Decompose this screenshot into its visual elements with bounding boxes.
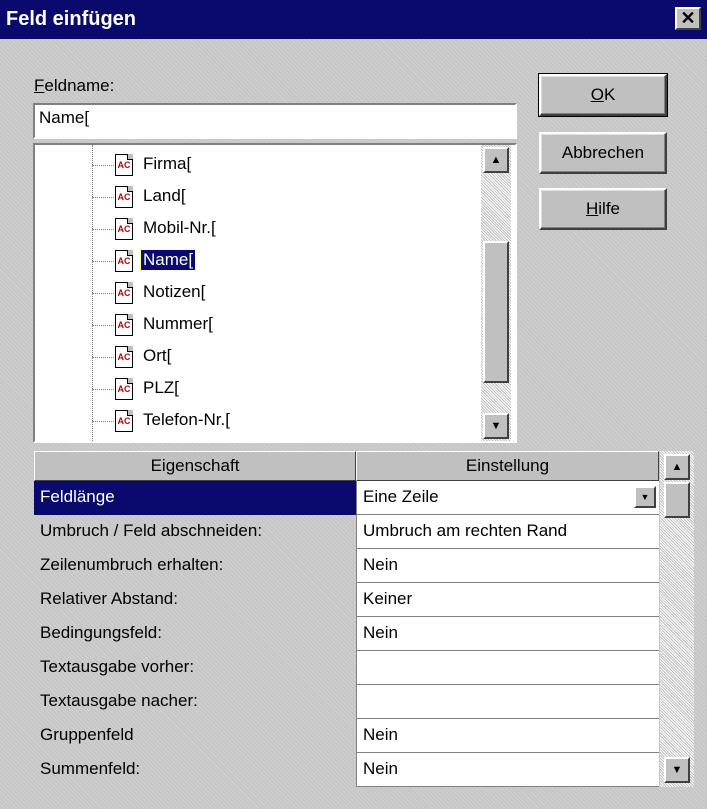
tree-scroll-up-button[interactable]: ▲: [483, 147, 509, 173]
property-value[interactable]: [356, 685, 659, 719]
property-row[interactable]: Umbruch / Feld abschneiden: Umbruch am re…: [34, 515, 659, 549]
help-button-label: Hilfe: [585, 199, 620, 218]
cancel-button[interactable]: Abbrechen: [539, 132, 667, 174]
close-button[interactable]: ✕: [675, 7, 701, 30]
tree-item-label: Land[: [143, 186, 186, 205]
text-field-icon: AC: [115, 410, 133, 432]
tree-item-label: PLZ[: [143, 378, 179, 397]
property-value-text: Nein: [363, 725, 398, 744]
property-value[interactable]: Nein: [356, 617, 659, 651]
tree-item[interactable]: AC Mobil-Nr.[: [35, 213, 465, 245]
tree-item[interactable]: AC Telefon-Nr.[: [35, 405, 465, 437]
property-scroll-thumb[interactable]: [664, 482, 690, 518]
property-row[interactable]: Zeilenumbruch erhalten: Nein: [34, 549, 659, 583]
fieldname-label-rest: eldname:: [44, 76, 115, 95]
property-name: Gruppenfeld: [40, 725, 134, 744]
dropdown-arrow-icon[interactable]: ▼: [634, 486, 656, 508]
property-name: Zeilenumbruch erhalten:: [40, 555, 224, 574]
property-name: Textausgabe vorher:: [40, 657, 195, 676]
property-value-text: Eine Zeile: [363, 487, 439, 506]
property-name: Feldlänge: [34, 481, 356, 515]
property-value-text: Umbruch am rechten Rand: [363, 521, 568, 540]
property-row[interactable]: Bedingungsfeld: Nein: [34, 617, 659, 651]
property-value-text: Nein: [363, 623, 398, 642]
property-name: Relativer Abstand:: [40, 589, 178, 608]
property-value-select[interactable]: Eine Zeile ▼: [356, 481, 659, 515]
property-row[interactable]: Relativer Abstand: Keiner: [34, 583, 659, 617]
tree-item[interactable]: AC Nummer[: [35, 309, 465, 341]
text-field-icon: AC: [115, 186, 133, 208]
tree-item[interactable]: AC Ort[: [35, 341, 465, 373]
property-value[interactable]: [356, 651, 659, 685]
tree-item[interactable]: AC PLZ[: [35, 373, 465, 405]
title-bar: Feld einfügen ✕: [0, 0, 707, 39]
property-name: Bedingungsfeld:: [40, 623, 162, 642]
fieldname-label: Feldname:: [34, 76, 115, 95]
property-name: Umbruch / Feld abschneiden:: [40, 521, 263, 540]
tree-scroll-thumb[interactable]: [483, 241, 509, 383]
fieldname-input[interactable]: Name[: [33, 103, 517, 139]
tree-connector: [92, 325, 114, 326]
text-field-icon: AC: [115, 218, 133, 240]
tree-connector: [92, 197, 114, 198]
property-row[interactable]: Summenfeld: Nein: [34, 753, 659, 787]
tree-connector: [92, 229, 114, 230]
col-header-setting[interactable]: Einstellung: [356, 451, 659, 481]
text-field-icon: AC: [115, 314, 133, 336]
tree-item-label: Notizen[: [143, 282, 206, 301]
property-value[interactable]: Umbruch am rechten Rand: [356, 515, 659, 549]
text-field-icon: AC: [115, 282, 133, 304]
tree-connector: [92, 357, 114, 358]
text-field-icon: AC: [115, 378, 133, 400]
property-scroll-down-button[interactable]: ▼: [664, 757, 690, 783]
ok-button-label: OK: [590, 85, 616, 104]
tree-item-label: Nummer[: [143, 314, 213, 333]
property-value-text: Nein: [363, 759, 398, 778]
property-name: Summenfeld:: [40, 759, 141, 778]
ok-button[interactable]: OK: [538, 73, 668, 117]
property-value[interactable]: Nein: [356, 719, 659, 753]
property-value[interactable]: Nein: [356, 753, 659, 787]
text-field-icon: AC: [115, 250, 133, 272]
tree-scrollbar[interactable]: ▲ ▼: [481, 145, 511, 441]
tree-item[interactable]: AC Firma[: [35, 149, 465, 181]
text-field-icon: AC: [115, 154, 133, 176]
help-button[interactable]: Hilfe: [539, 188, 667, 230]
tree-item-label: Telefon-Nr.[: [143, 410, 230, 429]
property-value-text: Keiner: [363, 589, 413, 608]
property-row[interactable]: Feldlänge Eine Zeile ▼: [34, 481, 659, 515]
property-scroll-up-button[interactable]: ▲: [664, 454, 690, 480]
text-field-icon: AC: [115, 346, 133, 368]
property-row[interactable]: Textausgabe vorher:: [34, 651, 659, 685]
tree-item[interactable]: AC Notizen[: [35, 277, 465, 309]
property-value[interactable]: Nein: [356, 549, 659, 583]
tree-connector: [92, 165, 114, 166]
tree-connector: [92, 293, 114, 294]
tree-item[interactable]: AC Name[: [35, 245, 465, 277]
window-title: Feld einfügen: [6, 8, 136, 30]
property-row[interactable]: Textausgabe nacher:: [34, 685, 659, 719]
property-name: Textausgabe nacher:: [40, 691, 198, 710]
property-value-text: Nein: [363, 555, 398, 574]
tree-scroll-down-button[interactable]: ▼: [483, 413, 509, 439]
field-tree[interactable]: AC Firma[ AC Land[ AC Mobil-Nr.[ AC Name[ AC Noti…: [33, 143, 517, 443]
tree-item[interactable]: AC Land[: [35, 181, 465, 213]
tree-item-label: Firma[: [143, 154, 192, 173]
property-value[interactable]: Keiner: [356, 583, 659, 617]
tree-item-label: Ort[: [143, 346, 172, 365]
tree-item-label: Name[: [139, 249, 197, 271]
property-row[interactable]: Gruppenfeld Nein: [34, 719, 659, 753]
property-scrollbar[interactable]: ▲ ▼: [660, 451, 694, 787]
tree-connector: [92, 421, 114, 422]
tree-connector: [92, 261, 114, 262]
col-header-property[interactable]: Eigenschaft: [34, 451, 356, 481]
tree-item-label: Mobil-Nr.[: [143, 218, 216, 237]
tree-connector: [92, 389, 114, 390]
